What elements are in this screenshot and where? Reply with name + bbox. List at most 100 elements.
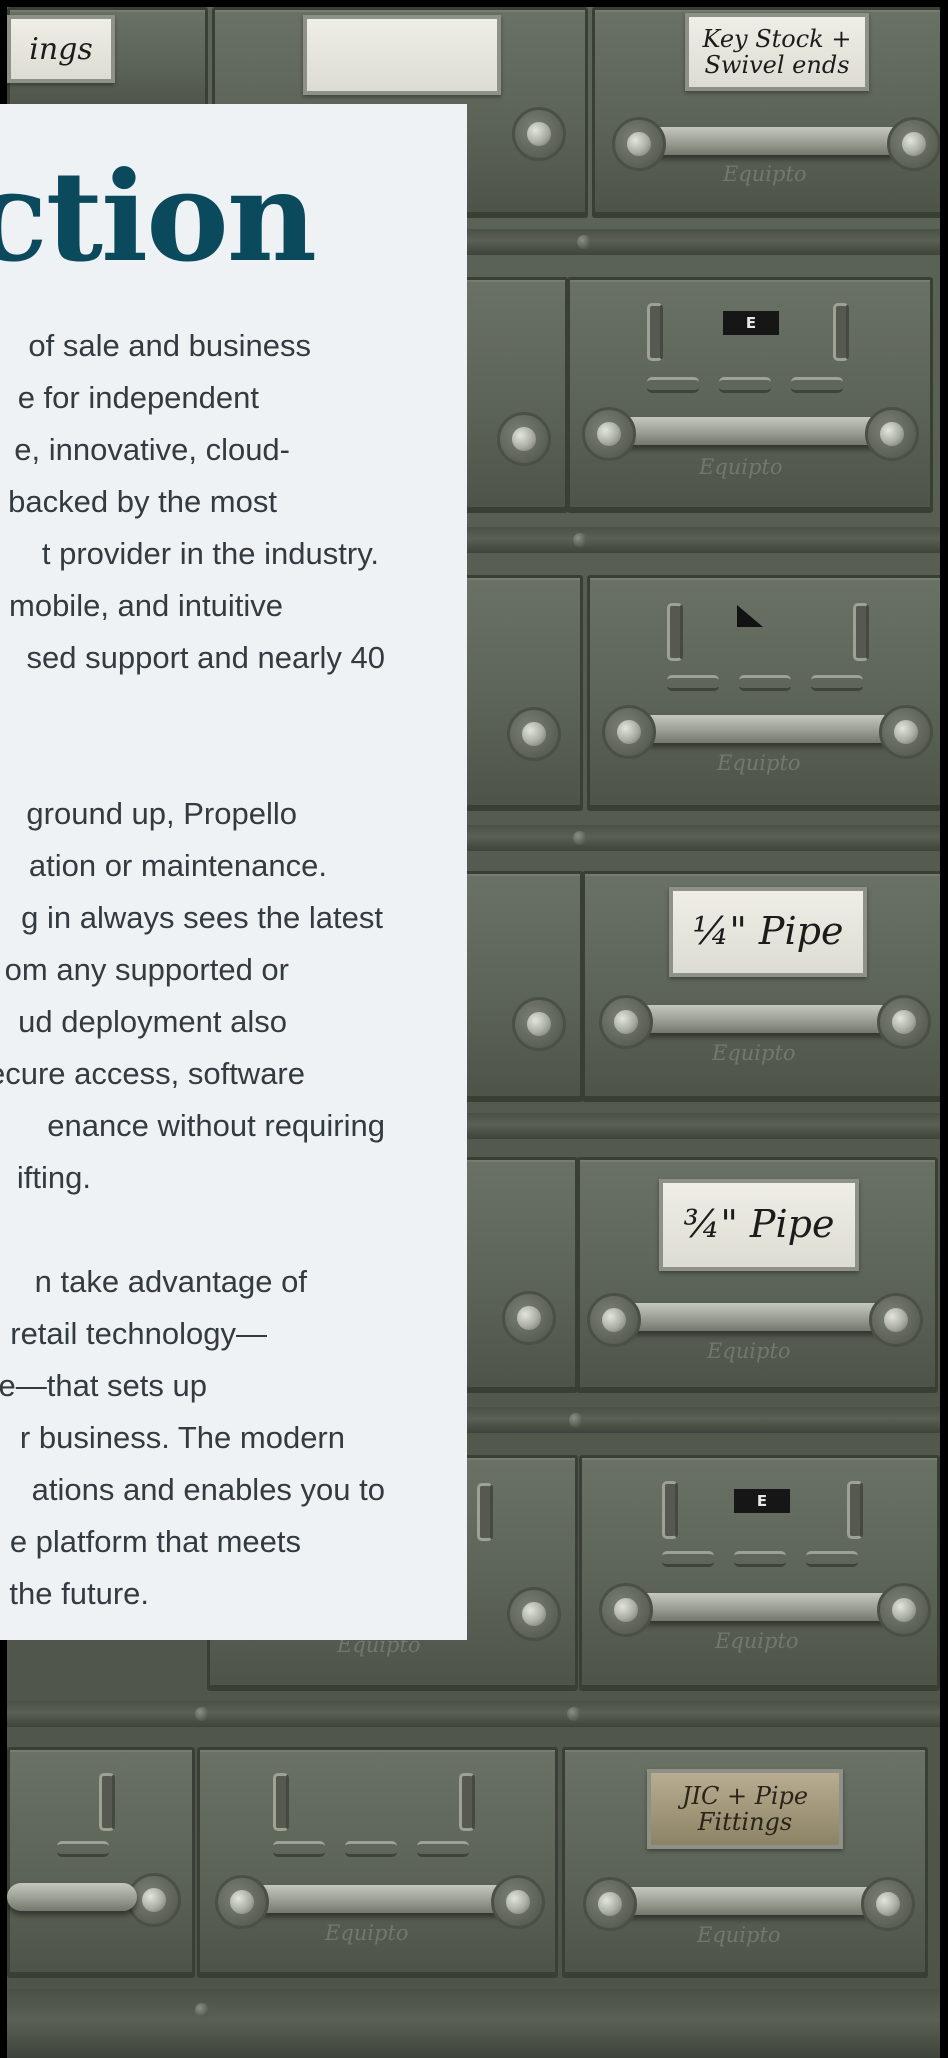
drawer-dash [647,377,699,393]
paragraph-line: ation or maintenance. [28,848,327,883]
drawer-slot [833,303,849,361]
intro-paragraph-1: of sale and business e for independent e… [8,320,385,684]
drawer-label: ¾" Pipe [659,1179,859,1271]
drawer-handle [617,1005,902,1033]
paragraph-line: of sale and business [28,328,311,363]
drawer-knob [582,407,636,461]
drawer-knob [583,1877,637,1931]
rivet [567,1707,581,1721]
drawer-knob [877,1583,931,1637]
section-heading: uction [0,145,317,290]
drawer-knob [602,705,656,759]
paragraph-line: om any supported or [4,952,289,987]
paragraph-line: e, innovative, cloud- [14,432,290,467]
paragraph-line: g in always sees the latest [21,900,383,935]
drawer-knob [502,1291,556,1345]
rivet [195,1707,209,1721]
drawer [462,1157,578,1393]
drawer-knob [507,1587,561,1641]
drawer-dash [273,1841,325,1857]
drawer-dash [417,1841,469,1857]
equipto-brand: Equipto [717,751,801,775]
paragraph-line: mobile, and intuitive [9,588,283,623]
drawer-knob [865,407,919,461]
drawer-tag: E [734,1489,790,1513]
paragraph-line: device—that sets up [0,1368,207,1403]
drawer-knob [877,995,931,1049]
equipto-brand: Equipto [715,1629,799,1653]
drawer-dash [806,1551,858,1567]
drawer-knob [612,117,666,171]
drawer-knob [879,705,933,759]
intro-paragraph-2: ground up, Propello ation or maintenance… [0,788,385,1204]
rivet [573,831,587,845]
drawer-label: ¼" Pipe [669,887,867,977]
drawer-label: ings [7,15,115,83]
drawer-handle [607,1303,892,1331]
drawer-label-blank [303,15,501,95]
drawer-knob [869,1293,923,1347]
drawer-knob [599,1583,653,1637]
drawer-dash [662,1551,714,1567]
paragraph-line: t provider in the industry. [41,536,379,571]
drawer-handle [619,1593,897,1621]
drawer-knob [861,1877,915,1931]
drawer [462,575,583,811]
paragraph-line: ations and enables you to [31,1472,385,1507]
rivet [195,2003,209,2017]
drawer-slot [662,1481,678,1539]
drawer-slot [99,1773,115,1831]
cabinet-rail [7,1989,940,2058]
drawer-knob [491,1875,545,1929]
equipto-brand: Equipto [707,1339,791,1363]
drawer-dash [345,1841,397,1857]
drawer-tag: E [723,311,779,335]
brochure-page: ings Key Stock + Swivel ends Equipto E E… [0,0,948,2058]
drawer-dash [791,377,843,393]
paragraph-line: ground up, Propello [26,796,297,831]
paragraph-line: ecure access, software [0,1056,305,1091]
drawer-dash [719,377,771,393]
intro-text-panel: uction of sale and business e for indepe… [0,104,467,1640]
drawer-triangle-tag [737,605,763,627]
drawer-knob [512,107,566,161]
paragraph-line: sed support and nearly 40 [26,640,385,675]
drawer-dash [667,675,719,691]
cabinet-rail [7,1701,940,1727]
drawer-knob [507,707,561,761]
paragraph-line: ern retail technology— [0,1316,267,1351]
drawer [462,277,568,513]
drawer-dash [734,1551,786,1567]
equipto-brand: Equipto [325,1921,409,1945]
drawer-slot [273,1773,289,1831]
equipto-brand: Equipto [712,1041,796,1065]
drawer-knob [512,997,566,1051]
paragraph-line: the future. [9,1576,149,1611]
paragraph-line: r business. The modern [19,1420,345,1455]
rivet [569,1413,583,1427]
drawer-handle [637,127,907,155]
equipto-brand: Equipto [699,455,783,479]
paragraph-line: enance without requiring [47,1108,385,1143]
drawer-label: Key Stock + Swivel ends [685,13,869,91]
drawer-knob [587,1293,641,1347]
rivet [577,235,591,249]
drawer-handle [7,1883,137,1911]
drawer-slot [459,1773,475,1831]
equipto-brand: Equipto [723,162,807,186]
drawer-handle [607,417,887,445]
drawer-knob [497,412,551,466]
drawer-handle [235,1885,515,1913]
paragraph-line: n take advantage of [34,1264,307,1299]
paragraph-line: backed by the most [8,484,277,519]
drawer-knob [887,117,940,171]
paragraph-line: ifting. [16,1160,91,1195]
drawer-dash [739,675,791,691]
drawer-label: JIC + Pipe Fittings [647,1769,843,1849]
rivet [573,533,587,547]
equipto-brand: Equipto [697,1923,781,1947]
intro-paragraph-3: n take advantage of ern retail technolog… [0,1256,385,1620]
drawer-dash [57,1841,109,1857]
drawer-handle [603,1887,885,1915]
drawer-slot [847,1481,863,1539]
